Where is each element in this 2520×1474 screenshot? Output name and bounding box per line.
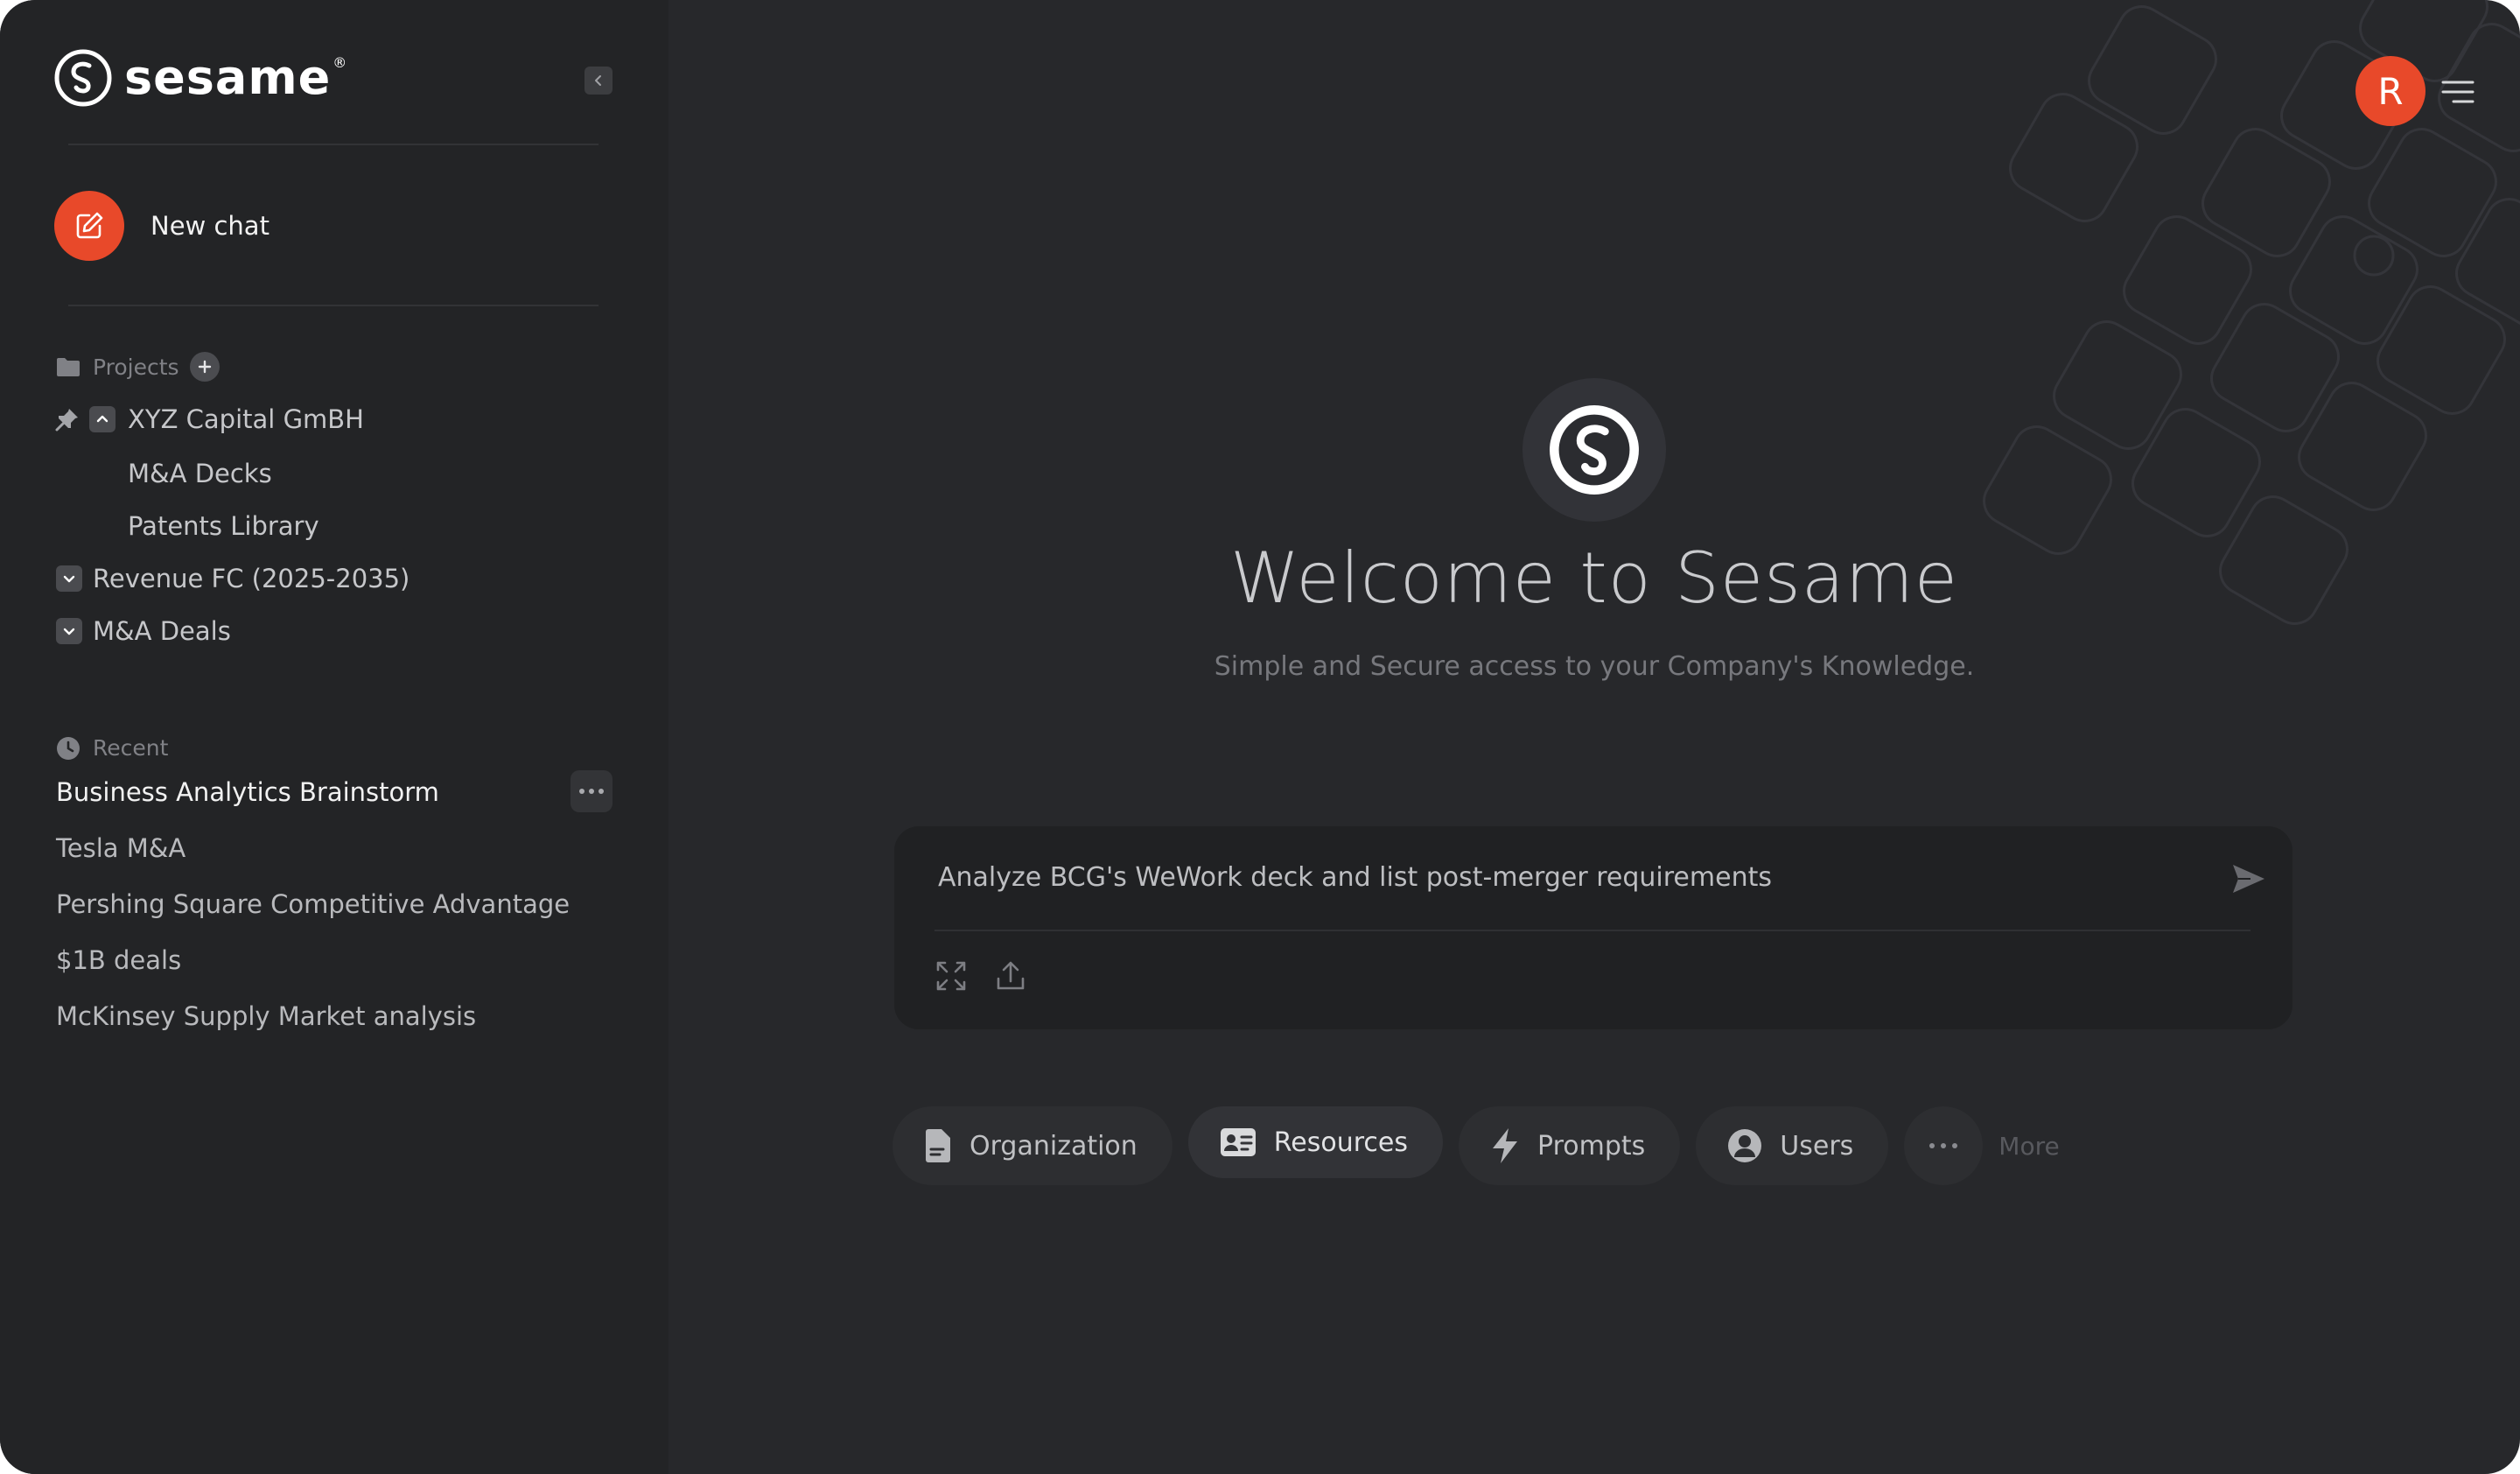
hamburger-menu-icon[interactable] [2441, 79, 2474, 105]
recent-header: Recent [56, 735, 168, 761]
prompts-chip-label: Prompts [1537, 1130, 1646, 1162]
quick-actions: Organization Resources Prompts Users Mor… [892, 1106, 2060, 1185]
recent-item-options-button[interactable] [570, 770, 612, 812]
new-chat-button[interactable]: New chat [54, 191, 270, 261]
more-button[interactable] [1904, 1106, 1984, 1185]
collapse-sidebar-button[interactable] [584, 67, 612, 95]
users-chip-label: Users [1780, 1130, 1854, 1162]
recent-item-tesla[interactable]: Tesla M&A [56, 833, 186, 863]
recent-header-label: Recent [93, 735, 169, 761]
project-subitem-label: Patents Library [128, 511, 319, 541]
more-horizontal-icon [1929, 1143, 1958, 1148]
clock-icon [57, 736, 80, 760]
edit-icon [76, 212, 103, 239]
chevron-up-icon [96, 415, 108, 423]
expand-icon[interactable] [934, 959, 968, 993]
project-item-revenue-fc[interactable]: Revenue FC (2025-2035) [56, 564, 410, 593]
sidebar-divider [68, 144, 598, 145]
organization-chip-label: Organization [970, 1130, 1138, 1162]
brand-logo[interactable]: sesame ® [54, 49, 346, 107]
project-item-label: XYZ Capital GmBH [128, 404, 364, 434]
users-chip[interactable]: Users [1696, 1106, 1889, 1185]
brand-name: sesame [124, 50, 332, 105]
more-horizontal-icon [579, 789, 604, 794]
sidebar-divider [68, 305, 598, 306]
projects-header: Projects [56, 352, 220, 382]
sesame-logo-icon [54, 49, 112, 107]
project-item-xyz-capital[interactable]: XYZ Capital GmBH [54, 404, 364, 434]
plus-icon [198, 360, 211, 374]
sidebar: sesame ® New chat Projects XYZ Capital G… [0, 0, 668, 1474]
sesame-logo-icon [1550, 405, 1639, 495]
brand-registered-mark: ® [332, 53, 347, 71]
projects-header-label: Projects [93, 354, 179, 380]
organization-chip[interactable]: Organization [892, 1106, 1172, 1185]
send-icon[interactable] [2230, 860, 2268, 898]
app-window: sesame ® New chat Projects XYZ Capital G… [0, 0, 2520, 1474]
project-item-label: M&A Deals [93, 616, 231, 646]
hero-logo [1522, 378, 1666, 522]
collapse-project-button[interactable] [89, 406, 116, 432]
recent-item-mckinsey[interactable]: McKinsey Supply Market analysis [56, 1001, 476, 1031]
chevron-down-icon [63, 628, 75, 635]
welcome-subtitle: Simple and Secure access to your Company… [1214, 651, 1975, 682]
resources-chip-label: Resources [1273, 1127, 1409, 1158]
new-chat-label: New chat [150, 211, 270, 241]
expand-project-button[interactable] [56, 618, 82, 644]
folder-icon [57, 358, 80, 376]
chevron-left-icon [595, 75, 601, 86]
document-icon [924, 1128, 952, 1163]
expand-project-button[interactable] [56, 565, 82, 592]
chat-input[interactable] [936, 861, 2165, 894]
project-item-ma-deals[interactable]: M&A Deals [56, 616, 231, 646]
resources-chip[interactable]: Resources [1187, 1106, 1444, 1178]
prompts-chip[interactable]: Prompts [1459, 1106, 1681, 1185]
user-avatar-button[interactable]: R [2356, 56, 2426, 126]
project-subitem-label: M&A Decks [128, 459, 272, 488]
chat-composer [894, 826, 2292, 1029]
welcome-title: Welcome to Sesame [1230, 537, 1958, 619]
recent-item-business-analytics[interactable]: Business Analytics Brainstorm [56, 777, 439, 807]
upload-icon[interactable] [994, 959, 1027, 993]
id-card-icon [1220, 1127, 1256, 1157]
recent-item-pershing[interactable]: Pershing Square Competitive Advantage [56, 889, 570, 919]
project-item-label: Revenue FC (2025-2035) [93, 564, 410, 593]
chevron-down-icon [63, 575, 75, 583]
main-panel: R Welcome to Sesame Simple and Secure ac… [668, 0, 2520, 1474]
add-project-button[interactable] [189, 352, 220, 382]
user-circle-icon [1727, 1128, 1762, 1163]
project-subitem-ma-decks[interactable]: M&A Decks [128, 459, 272, 488]
more-label: More [1998, 1131, 2060, 1161]
composer-divider [934, 930, 2250, 931]
project-subitem-patents-library[interactable]: Patents Library [128, 511, 319, 541]
bolt-icon [1490, 1127, 1520, 1164]
pin-icon[interactable] [54, 406, 80, 432]
recent-item-1b-deals[interactable]: $1B deals [56, 945, 181, 975]
new-chat-icon-wrapper [54, 191, 124, 261]
